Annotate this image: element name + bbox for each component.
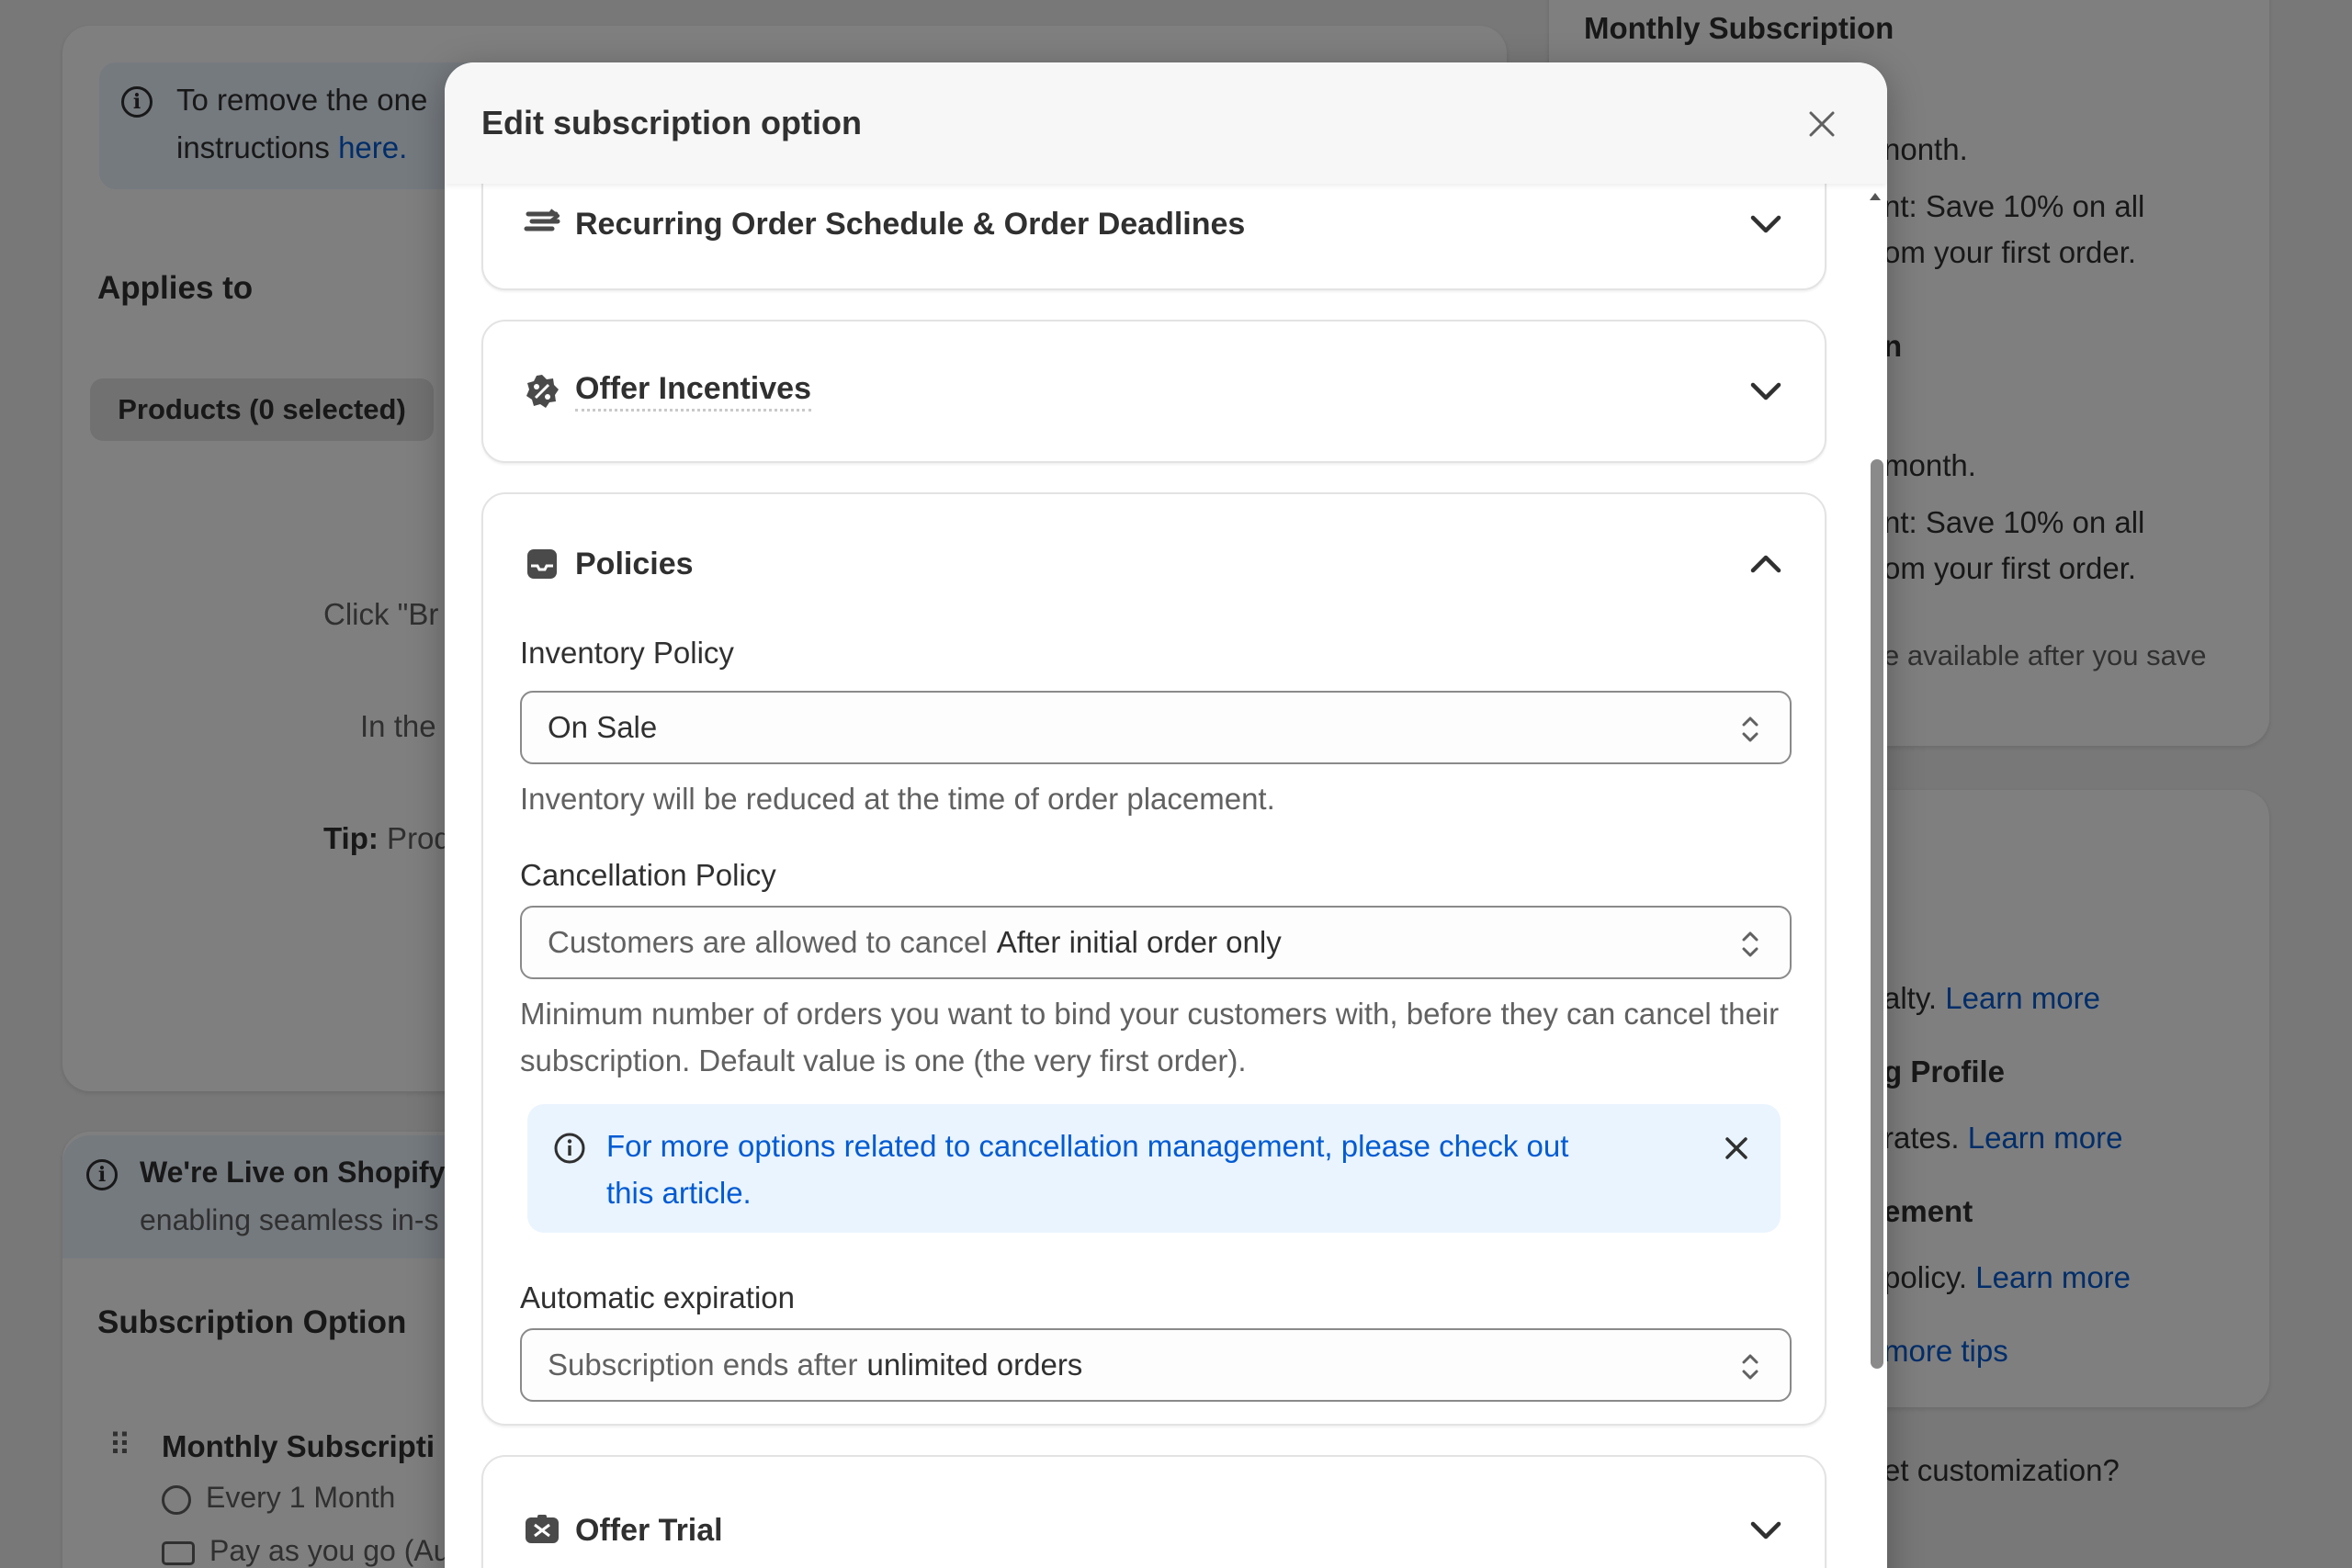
offer-trial-title: Offer Trial [575,1512,723,1548]
offer-incentives-header[interactable]: Offer Incentives [522,364,1786,419]
inventory-policy-help: Inventory will be reduced at the time of… [520,782,1275,816]
chevron-down-icon [1750,215,1781,233]
policies-title: Policies [575,546,694,581]
inbox-icon [522,544,562,584]
expiration-prefix: Subscription ends after [548,1348,858,1382]
page: i To remove the one instructions here. A… [0,0,2352,1568]
modal-title: Edit subscription option [481,104,862,141]
scroll-up-arrow-icon[interactable] [1870,193,1881,200]
cancellation-prefix: Customers are allowed to cancel [548,925,988,959]
offer-incentives-title: Offer Incentives [575,371,811,412]
cancellation-policy-help: Minimum number of orders you want to bin… [520,997,1780,1077]
cancellation-value: After initial order only [996,925,1282,959]
inventory-policy-select[interactable]: On Sale [520,691,1792,764]
offer-trial-section: Offer Trial [481,1455,1826,1568]
cancellation-banner-text: For more options related to cancellation… [606,1122,1654,1216]
modal-header: Edit subscription option [445,62,1887,184]
automatic-expiration-label: Automatic expiration [520,1280,795,1314]
automatic-expiration-select[interactable]: Subscription ends after unlimited orders [520,1328,1792,1402]
inventory-policy-label: Inventory Policy [520,636,734,670]
offer-incentives-section: Offer Incentives [481,320,1826,463]
chevron-down-icon [1750,382,1781,400]
info-icon [554,1133,585,1164]
recurring-schedule-header[interactable]: Recurring Order Schedule & Order Deadlin… [522,197,1786,252]
policies-header[interactable]: Policies [522,536,1786,592]
edit-subscription-modal: Edit subscription option Recurring Order… [445,62,1887,1568]
select-arrows-icon [1742,1354,1758,1380]
discount-badge-icon [522,371,562,412]
cancellation-info-banner: For more options related to cancellation… [527,1104,1781,1233]
schedule-icon [522,204,562,244]
chevron-up-icon [1750,555,1781,573]
cancellation-policy-select[interactable]: Customers are allowed to cancel After in… [520,906,1792,979]
select-arrows-icon [1742,716,1758,742]
expiration-value: unlimited orders [866,1348,1083,1382]
banner-message: For more options related to cancellation… [606,1129,1569,1163]
this-article-link[interactable]: this article. [606,1176,752,1210]
trial-icon [522,1510,562,1551]
inventory-policy-value: On Sale [548,710,658,744]
modal-body: Recurring Order Schedule & Order Deadlin… [445,147,1887,1568]
close-button[interactable] [1799,101,1845,147]
offer-trial-header[interactable]: Offer Trial [522,1503,1786,1558]
modal-scrollbar-thumb[interactable] [1871,459,1883,1369]
cancellation-policy-label: Cancellation Policy [520,858,776,892]
chevron-down-icon [1750,1521,1781,1540]
recurring-schedule-title: Recurring Order Schedule & Order Deadlin… [575,206,1246,242]
select-arrows-icon [1742,931,1758,957]
close-icon [1809,111,1835,137]
dismiss-banner-button[interactable] [1718,1130,1755,1167]
policies-section: Policies Inventory Policy On Sale Invent… [481,492,1826,1426]
